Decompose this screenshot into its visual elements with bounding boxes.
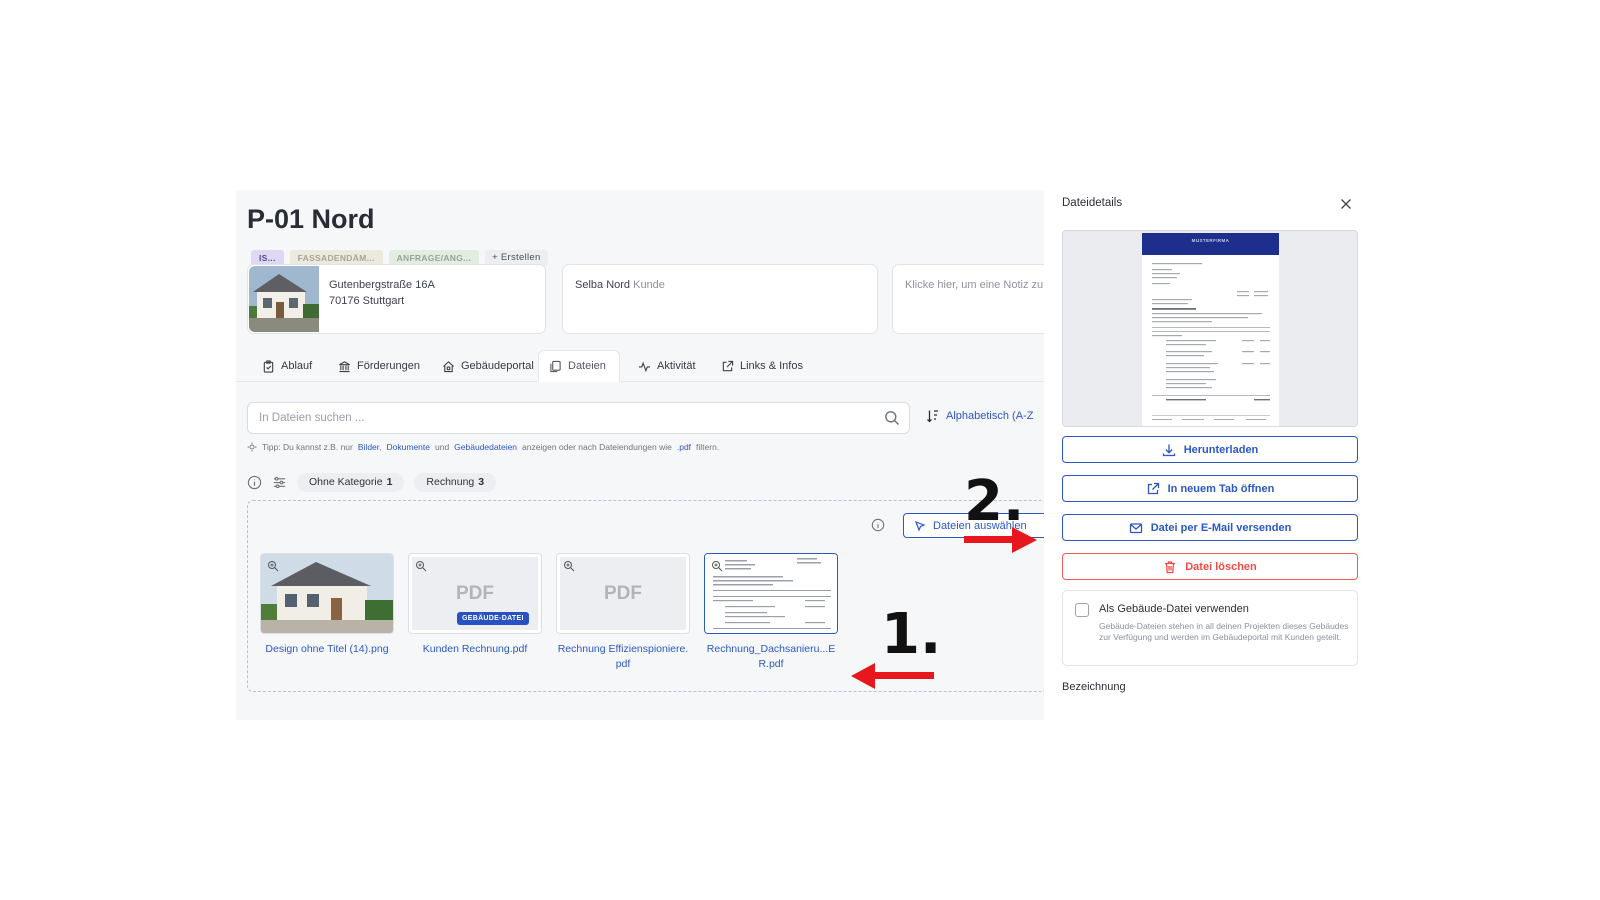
zoom-icon[interactable]	[563, 560, 575, 572]
zoom-icon[interactable]	[267, 560, 279, 572]
arrow-icon	[851, 527, 1037, 689]
annotation-arrows	[851, 527, 1037, 689]
zoom-icon[interactable]	[415, 560, 427, 572]
zoom-icon[interactable]	[711, 560, 723, 572]
